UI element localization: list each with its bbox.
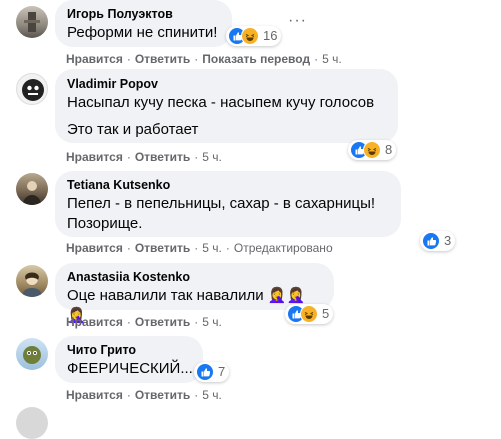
avatar-photo-icon — [23, 346, 41, 364]
reaction-count: 3 — [444, 233, 452, 248]
comment-text: ФЕЕРИЧЕСКИЙ... — [67, 360, 193, 377]
avatar-photo-icon — [24, 12, 40, 32]
avatar[interactable] — [16, 73, 48, 105]
haha-reaction-icon — [300, 305, 318, 323]
reply-button[interactable]: Ответить — [135, 388, 190, 402]
comment-text: Насыпал кучу песка - насыпем кучу голосо… — [67, 94, 375, 111]
like-button[interactable]: Нравится — [66, 150, 123, 164]
comment-text: Пепел - в пепельницы, сахар - в сахарниц… — [67, 195, 376, 212]
avatar-photo-icon — [22, 272, 42, 297]
comment-bubble: Чито Грито ФЕЕРИЧЕСКИЙ... — [55, 336, 203, 383]
avatar-photo-icon — [23, 181, 41, 205]
comment-actions: Нравится · Ответить · 5 ч. — [66, 388, 222, 402]
like-button[interactable]: Нравится — [66, 52, 123, 66]
reaction-summary[interactable]: 8 — [348, 140, 397, 160]
comment-time[interactable]: 5 ч. — [202, 150, 222, 164]
reaction-count: 7 — [218, 364, 226, 379]
avatar[interactable] — [16, 173, 48, 205]
comment-bubble: Vladimir Popov Насыпал кучу песка - насы… — [55, 69, 398, 143]
comment-text: Реформи не спинити! — [67, 24, 218, 41]
comment-author[interactable]: Tetiana Kutsenko — [67, 177, 389, 193]
reaction-count: 8 — [385, 142, 393, 157]
like-reaction-icon — [196, 363, 214, 381]
avatar[interactable] — [16, 338, 48, 370]
comment-author[interactable]: Игорь Полуэктов — [67, 6, 220, 22]
comment-author[interactable]: Чито Грито — [67, 342, 191, 358]
comment-text: Позорище. — [67, 215, 143, 232]
reply-button[interactable]: Ответить — [135, 315, 190, 329]
comment-author[interactable]: Vladimir Popov — [67, 76, 386, 92]
more-options-icon[interactable]: ··· — [288, 13, 307, 29]
reply-button[interactable]: Ответить — [135, 150, 190, 164]
edited-label[interactable]: Отредактировано — [234, 241, 333, 255]
comment-bubble: Tetiana Kutsenko Пепел - в пепельницы, с… — [55, 171, 401, 237]
comment-author[interactable]: Anastasiia Kostenko — [67, 269, 322, 285]
avatar[interactable] — [16, 265, 48, 297]
comment-actions: Нравится · Ответить · Показать перевод · 5 ч. — [66, 52, 342, 66]
reaction-count: 16 — [263, 28, 278, 43]
comment-time[interactable]: 5 ч. — [202, 315, 222, 329]
reaction-summary[interactable]: 3 — [420, 231, 456, 251]
reaction-count: 5 — [322, 306, 330, 321]
reaction-summary[interactable]: 16 — [226, 26, 282, 46]
comment-actions: Нравится · Ответить · 5 ч. — [66, 315, 222, 329]
comment-actions: Нравится · Ответить · 5 ч. · Отредактировано — [66, 241, 333, 255]
avatar[interactable] — [16, 407, 48, 439]
avatar[interactable] — [16, 6, 48, 38]
comment-time[interactable]: 5 ч. — [322, 52, 342, 66]
haha-reaction-icon — [241, 27, 259, 45]
like-reaction-icon — [422, 232, 440, 250]
comment-time[interactable]: 5 ч. — [202, 241, 222, 255]
comment-bubble: Игорь Полуэктов Реформи не спинити! — [55, 0, 232, 47]
like-button[interactable]: Нравится — [66, 315, 123, 329]
comment-time[interactable]: 5 ч. — [202, 388, 222, 402]
reaction-summary[interactable]: 5 — [285, 304, 334, 324]
avatar-logo-icon — [22, 79, 44, 101]
comment-actions: Нравится · Ответить · 5 ч. — [66, 150, 222, 164]
like-button[interactable]: Нравится — [66, 388, 123, 402]
comment-text: Это так и работает — [67, 121, 199, 138]
comment-bubble: Anastasiia Kostenko Оце навалили так нав… — [55, 263, 334, 324]
reply-button[interactable]: Ответить — [135, 52, 190, 66]
reaction-summary[interactable]: 7 — [194, 362, 230, 382]
like-button[interactable]: Нравится — [66, 241, 123, 255]
haha-reaction-icon — [363, 141, 381, 159]
translate-button[interactable]: Показать перевод — [202, 52, 310, 66]
reply-button[interactable]: Ответить — [135, 241, 190, 255]
